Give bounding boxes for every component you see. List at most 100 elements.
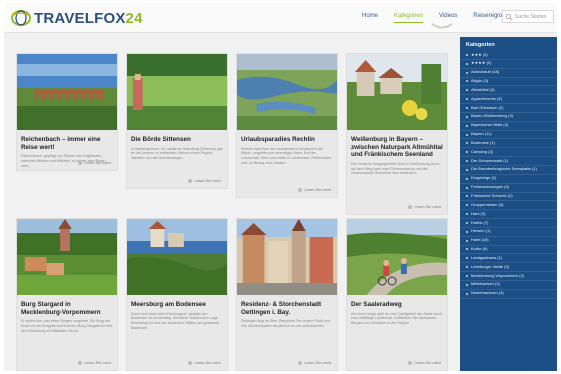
nav-home[interactable]: Home: [354, 13, 386, 19]
bullet-icon: [466, 257, 468, 260]
bullet-icon: [466, 115, 468, 118]
brand-text: TRAVELFOX: [34, 9, 126, 27]
nav-videos[interactable]: Videos: [431, 13, 465, 19]
bullet-icon: [466, 168, 468, 171]
bullet-icon: [466, 239, 468, 242]
page: TRAVELFOX24 Home Kategorien Videos Reise…: [4, 3, 557, 371]
article-card[interactable]: Weißenburg in Bayern – zwischen Naturpar…: [346, 53, 448, 215]
read-more-link[interactable]: Lesen Sie mehr: [408, 361, 441, 365]
card-excerpt: Durch und durch eine Erholungsort, geleg…: [131, 311, 220, 330]
scroll-indicator-icon: [431, 23, 453, 29]
nav-kategorien[interactable]: Kategorien: [386, 13, 431, 23]
bullet-icon: [466, 195, 468, 198]
category-label: Hessen (1): [471, 228, 491, 234]
category-label: Lüneburger Heide (3): [471, 263, 510, 269]
category-label: Landgasthaus (1): [471, 254, 503, 260]
card-title[interactable]: Urlaubsparadies Rechlin: [237, 130, 337, 146]
card-photo-street: [237, 219, 337, 295]
arrow-circle-icon: [298, 361, 303, 365]
bullet-icon: [466, 98, 468, 101]
search-input[interactable]: Suche Starten: [502, 10, 554, 23]
category-label: ★★★ (4): [471, 51, 488, 57]
bullet-icon: [466, 186, 468, 189]
brand-name: TRAVELFOX24: [34, 10, 143, 27]
arrow-circle-icon: [188, 179, 193, 183]
bullet-icon: [466, 221, 468, 224]
category-label: Altmühltal (3): [471, 86, 495, 92]
read-more-link[interactable]: Lesen Sie mehr: [188, 361, 221, 365]
article-card[interactable]: Residenz- & Storchenstadt Oettingen i. B…: [236, 218, 338, 371]
category-item[interactable]: Niedersachsen (4): [460, 290, 557, 299]
card-title[interactable]: Reichenbach – immer eine Reise wert!: [17, 130, 117, 153]
article-card[interactable]: Urlaubsparadies Rechlin Rechlin zwischen…: [236, 53, 338, 198]
bullet-icon: [466, 151, 468, 154]
article-card[interactable]: Die Börde Sittensen In Niedersachsen, im…: [126, 53, 228, 189]
sidebar-title: Kategorien: [466, 42, 495, 48]
bullet-icon: [466, 204, 468, 207]
arrow-circle-icon: [78, 361, 83, 365]
article-card[interactable]: Burg Stargard in Mecklenburg-Vorpommern …: [16, 218, 118, 371]
arrow-circle-icon: [78, 161, 83, 165]
read-more-label: Lesen Sie mehr: [304, 188, 331, 192]
category-label: ★★★★ (2): [471, 60, 492, 66]
read-more-link[interactable]: Lesen Sie mehr: [78, 361, 111, 365]
category-label: Harz (3): [471, 210, 486, 216]
category-label: Bad Griesbach (2): [471, 104, 504, 110]
bullet-icon: [466, 177, 468, 180]
read-more-label: Lesen Sie mehr: [84, 361, 111, 365]
category-label: Der Schwarzwald (1): [471, 157, 509, 163]
article-card[interactable]: Der Saaleradweg Auf einer Länge geht es …: [346, 218, 448, 371]
site-logo[interactable]: TRAVELFOX24: [10, 9, 143, 27]
category-label: Kultur (6): [471, 246, 488, 252]
card-photo-town: [347, 54, 447, 130]
category-label: Aktivurlaub (18): [471, 69, 500, 75]
read-more-label: Lesen Sie mehr: [414, 361, 441, 365]
card-title[interactable]: Residenz- & Storchenstadt Oettingen i. B…: [237, 295, 337, 318]
category-label: Baden-Württemberg (3): [471, 113, 514, 119]
search-placeholder: Suche Starten: [515, 13, 547, 20]
category-label: Gruppenreisen (4): [471, 201, 504, 207]
read-more-link[interactable]: Lesen Sie mehr: [78, 161, 111, 165]
fox-globe-icon: [10, 9, 32, 27]
bullet-icon: [466, 142, 468, 145]
bullet-icon: [466, 106, 468, 109]
card-photo-lake-town: [127, 219, 227, 295]
category-label: Bayerischer Wald (4): [471, 122, 509, 128]
read-more-link[interactable]: Lesen Sie mehr: [408, 205, 441, 209]
category-label: Fränkische Schweiz (2): [471, 193, 513, 198]
bullet-icon: [466, 133, 468, 136]
card-photo-cyclists: [347, 219, 447, 295]
category-label: Die Brandenburgische Seenplatte (1): [471, 166, 537, 172]
read-more-link[interactable]: Lesen Sie mehr: [298, 361, 331, 365]
read-more-link[interactable]: Lesen Sie mehr: [298, 188, 331, 192]
bullet-icon: [466, 160, 468, 163]
card-excerpt: Rechlin zwischen den wunderbaren Gewässe…: [241, 146, 332, 165]
bullet-icon: [466, 275, 468, 278]
card-title[interactable]: Weißenburg in Bayern – zwischen Naturpar…: [347, 130, 447, 161]
read-more-link[interactable]: Lesen Sie mehr: [188, 179, 221, 183]
read-more-label: Lesen Sie mehr: [194, 179, 221, 183]
category-label: Allgäu (3): [471, 78, 489, 84]
category-label: Bodensee (1): [471, 139, 496, 145]
category-list: ★★★ (4) ★★★★ (2) Aktivurlaub (18) Allgäu…: [460, 51, 557, 299]
card-photo-field: [127, 54, 227, 130]
category-sidebar: Kategorien ★★★ (4) ★★★★ (2) Aktivurlaub …: [460, 37, 557, 371]
category-label: Camping (3): [471, 148, 494, 154]
card-title[interactable]: Meersburg am Bodensee: [127, 295, 227, 311]
category-label: Erzgebirge (1): [471, 175, 497, 181]
card-title[interactable]: Die Börde Sittensen: [127, 130, 227, 146]
arrow-circle-icon: [298, 188, 303, 192]
arrow-circle-icon: [188, 361, 193, 365]
category-label: Mecklenburg-Vorpommern (2): [471, 272, 525, 278]
card-excerpt: Oettingen liegt im Ries. Besuchen Sie un…: [241, 319, 330, 328]
card-title[interactable]: Burg Stargard in Mecklenburg-Vorpommern: [17, 295, 117, 318]
article-card[interactable]: Reichenbach – immer eine Reise wert! Rei…: [16, 53, 118, 171]
bullet-icon: [466, 213, 468, 216]
bullet-icon: [466, 248, 468, 251]
card-title[interactable]: Der Saaleradweg: [347, 295, 447, 311]
card-excerpt: Die römische Vergangenheit lässt im Weiß…: [351, 161, 440, 176]
card-photo-castle: [17, 219, 117, 295]
article-card[interactable]: Meersburg am Bodensee Durch und durch ei…: [126, 218, 228, 371]
bullet-icon: [466, 89, 468, 92]
bullet-icon: [466, 124, 468, 127]
